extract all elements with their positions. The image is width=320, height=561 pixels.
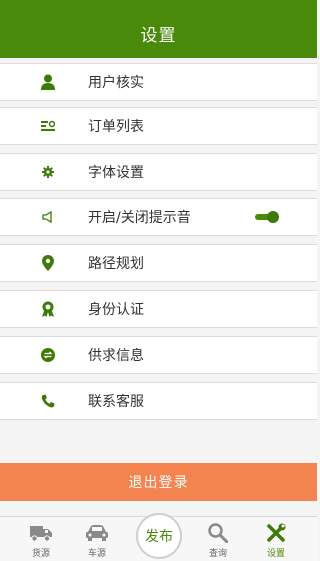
menu-item-sound-toggle[interactable]: 开启/关闭提示音: [0, 198, 317, 236]
search-icon: [206, 522, 230, 544]
tab-label: 货源: [31, 549, 50, 559]
car-icon: [85, 522, 109, 544]
tab-vehicle-source[interactable]: 车源: [72, 517, 122, 561]
order-list-icon: [38, 116, 58, 136]
toggle-knob: [267, 211, 279, 223]
sound-toggle-switch[interactable]: [255, 211, 279, 223]
logout-label: 退出登录: [128, 475, 189, 491]
tab-label: 车源: [87, 549, 106, 559]
tab-cargo-source[interactable]: 货源: [16, 517, 66, 561]
menu-item-customer-service[interactable]: 联系客服: [0, 382, 317, 420]
truck-icon: [29, 522, 53, 544]
tab-query[interactable]: 查询: [193, 517, 243, 561]
menu-item-order-list[interactable]: 订单列表: [0, 107, 317, 145]
menu-item-label: 订单列表: [88, 119, 144, 135]
menu-item-label: 身份认证: [88, 302, 144, 318]
page-title: 设置: [140, 25, 177, 46]
gear-icon: [38, 162, 58, 182]
menu-item-label: 开启/关闭提示音: [88, 210, 191, 226]
menu-item-identity-auth[interactable]: 身份认证: [0, 290, 317, 328]
phone-icon: [38, 391, 58, 411]
logout-button[interactable]: 退出登录: [0, 463, 317, 501]
badge-icon: [38, 299, 58, 319]
menu-item-supply-demand[interactable]: 供求信息: [0, 336, 317, 374]
menu-item-label: 用户核实: [88, 75, 144, 91]
tab-settings[interactable]: 设置: [251, 517, 301, 561]
user-icon: [38, 72, 58, 92]
publish-button[interactable]: 发布: [136, 513, 182, 559]
menu-item-font-settings[interactable]: 字体设置: [0, 153, 317, 191]
tools-icon: [264, 522, 288, 544]
menu-item-label: 联系客服: [88, 394, 144, 410]
menu-item-label: 路径规划: [88, 256, 144, 272]
publish-label: 发布: [145, 529, 173, 545]
page-header: 设置: [0, 8, 317, 58]
tab-label: 设置: [266, 549, 285, 559]
speaker-icon: [38, 207, 58, 227]
status-bar: [0, 0, 317, 8]
menu-item-label: 供求信息: [88, 348, 144, 364]
location-pin-icon: [38, 253, 58, 273]
menu-item-route-planning[interactable]: 路径规划: [0, 244, 317, 282]
menu-item-label: 字体设置: [88, 165, 144, 181]
exchange-icon: [38, 345, 58, 365]
tab-label: 查询: [208, 549, 227, 559]
menu-item-user-verify[interactable]: 用户核实: [0, 63, 317, 101]
